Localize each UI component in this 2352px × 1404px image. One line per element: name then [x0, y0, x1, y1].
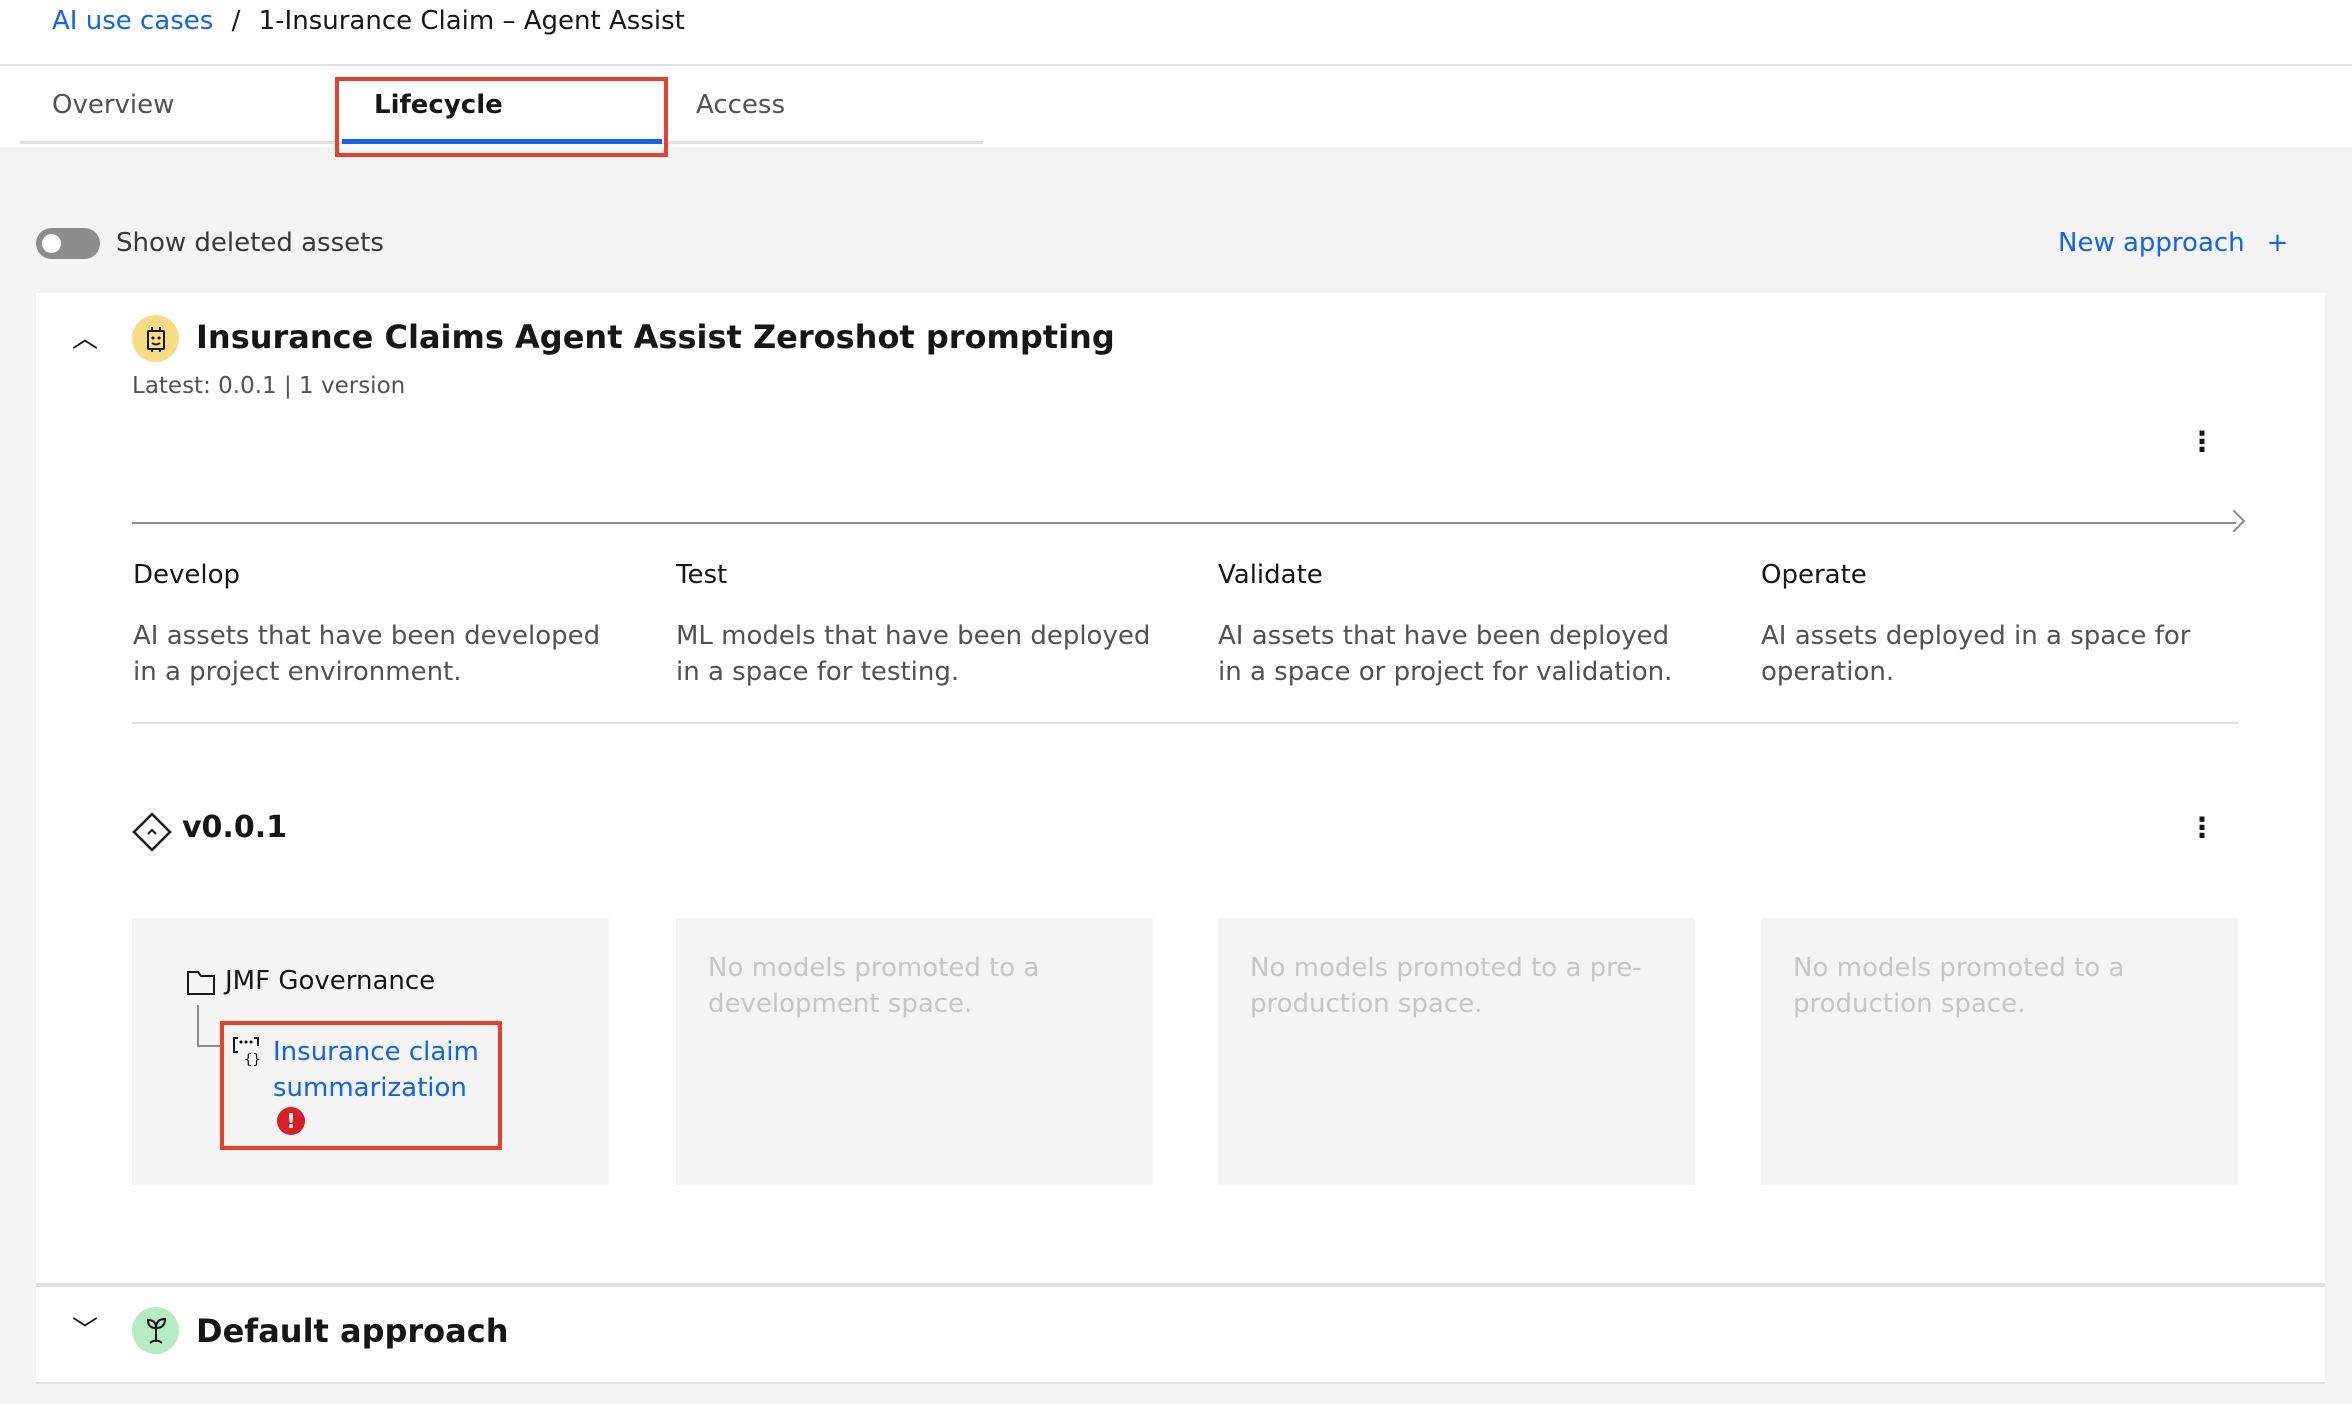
stage-operate-desc: AI assets deployed in a space for operat…	[1761, 621, 2191, 687]
lifecycle-arrow	[132, 522, 2236, 524]
bottom-border	[36, 1382, 2325, 1384]
stage-develop-desc: AI assets that have been developed in a …	[133, 621, 601, 687]
tab-overview[interactable]: Overview	[52, 90, 174, 120]
new-approach-button[interactable]: New approach +	[2058, 228, 2288, 258]
sprout-icon	[132, 1307, 179, 1354]
stage-validate-title: Validate	[1218, 560, 1323, 590]
show-deleted-label: Show deleted assets	[116, 228, 384, 258]
version-overflow-menu-icon[interactable]: ⋮	[2188, 814, 2216, 842]
header-divider	[0, 64, 2352, 66]
validate-empty-text: No models promoted to a pre-production s…	[1250, 953, 1642, 1019]
breadcrumb-current: 1-Insurance Claim – Agent Assist	[258, 6, 685, 36]
new-approach-label: New approach	[2058, 228, 2245, 258]
breadcrumb-ai-use-cases[interactable]: AI use cases	[52, 6, 213, 36]
tree-line-branch	[197, 1045, 222, 1047]
overflow-menu-icon[interactable]: ⋮	[2188, 428, 2216, 456]
test-empty-text: No models promoted to a development spac…	[708, 953, 1040, 1019]
chevron-up-icon[interactable]: ︿	[72, 318, 98, 355]
svg-text:{}: {}	[244, 1052, 261, 1066]
operate-box: No models promoted to a production space…	[1761, 918, 2238, 1185]
operate-empty-text: No models promoted to a production space…	[1793, 953, 2125, 1019]
tab-access[interactable]: Access	[696, 90, 785, 120]
stage-develop-title: Develop	[133, 560, 241, 590]
show-deleted-toggle[interactable]	[36, 228, 100, 259]
highlight-box-tab	[335, 77, 668, 157]
stage-validate-desc: AI assets that have been deployed in a s…	[1218, 621, 1673, 687]
prompt-template-icon: {}	[232, 1036, 264, 1070]
tree-line	[197, 1005, 199, 1047]
breadcrumb: AI use cases / 1-Insurance Claim – Agent…	[52, 6, 685, 36]
chevron-down-icon[interactable]: ﹀	[72, 1310, 98, 1347]
default-approach-title[interactable]: Default approach	[196, 1312, 508, 1350]
breadcrumb-separator: /	[231, 6, 241, 36]
asset-link[interactable]: Insurance claim summarization	[273, 1034, 493, 1106]
bot-icon	[132, 315, 179, 362]
stage-test-desc: ML models that have been deployed in a s…	[676, 621, 1151, 687]
plus-icon: +	[2266, 228, 2289, 258]
stage-divider	[132, 722, 2238, 724]
folder-icon	[186, 970, 216, 1000]
approach-latest: Latest: 0.0.1 | 1 version	[132, 373, 406, 399]
validate-box: No models promoted to a pre-production s…	[1218, 918, 1695, 1185]
project-name[interactable]: JMF Governance	[225, 966, 435, 996]
error-icon: !	[277, 1107, 305, 1135]
approach-title: Insurance Claims Agent Assist Zeroshot p…	[196, 318, 1115, 356]
stage-operate-title: Operate	[1761, 560, 1867, 590]
stage-test-title: Test	[676, 560, 728, 590]
version-icon	[132, 812, 172, 856]
test-box: No models promoted to a development spac…	[676, 918, 1153, 1185]
version-label: v0.0.1	[182, 810, 287, 845]
